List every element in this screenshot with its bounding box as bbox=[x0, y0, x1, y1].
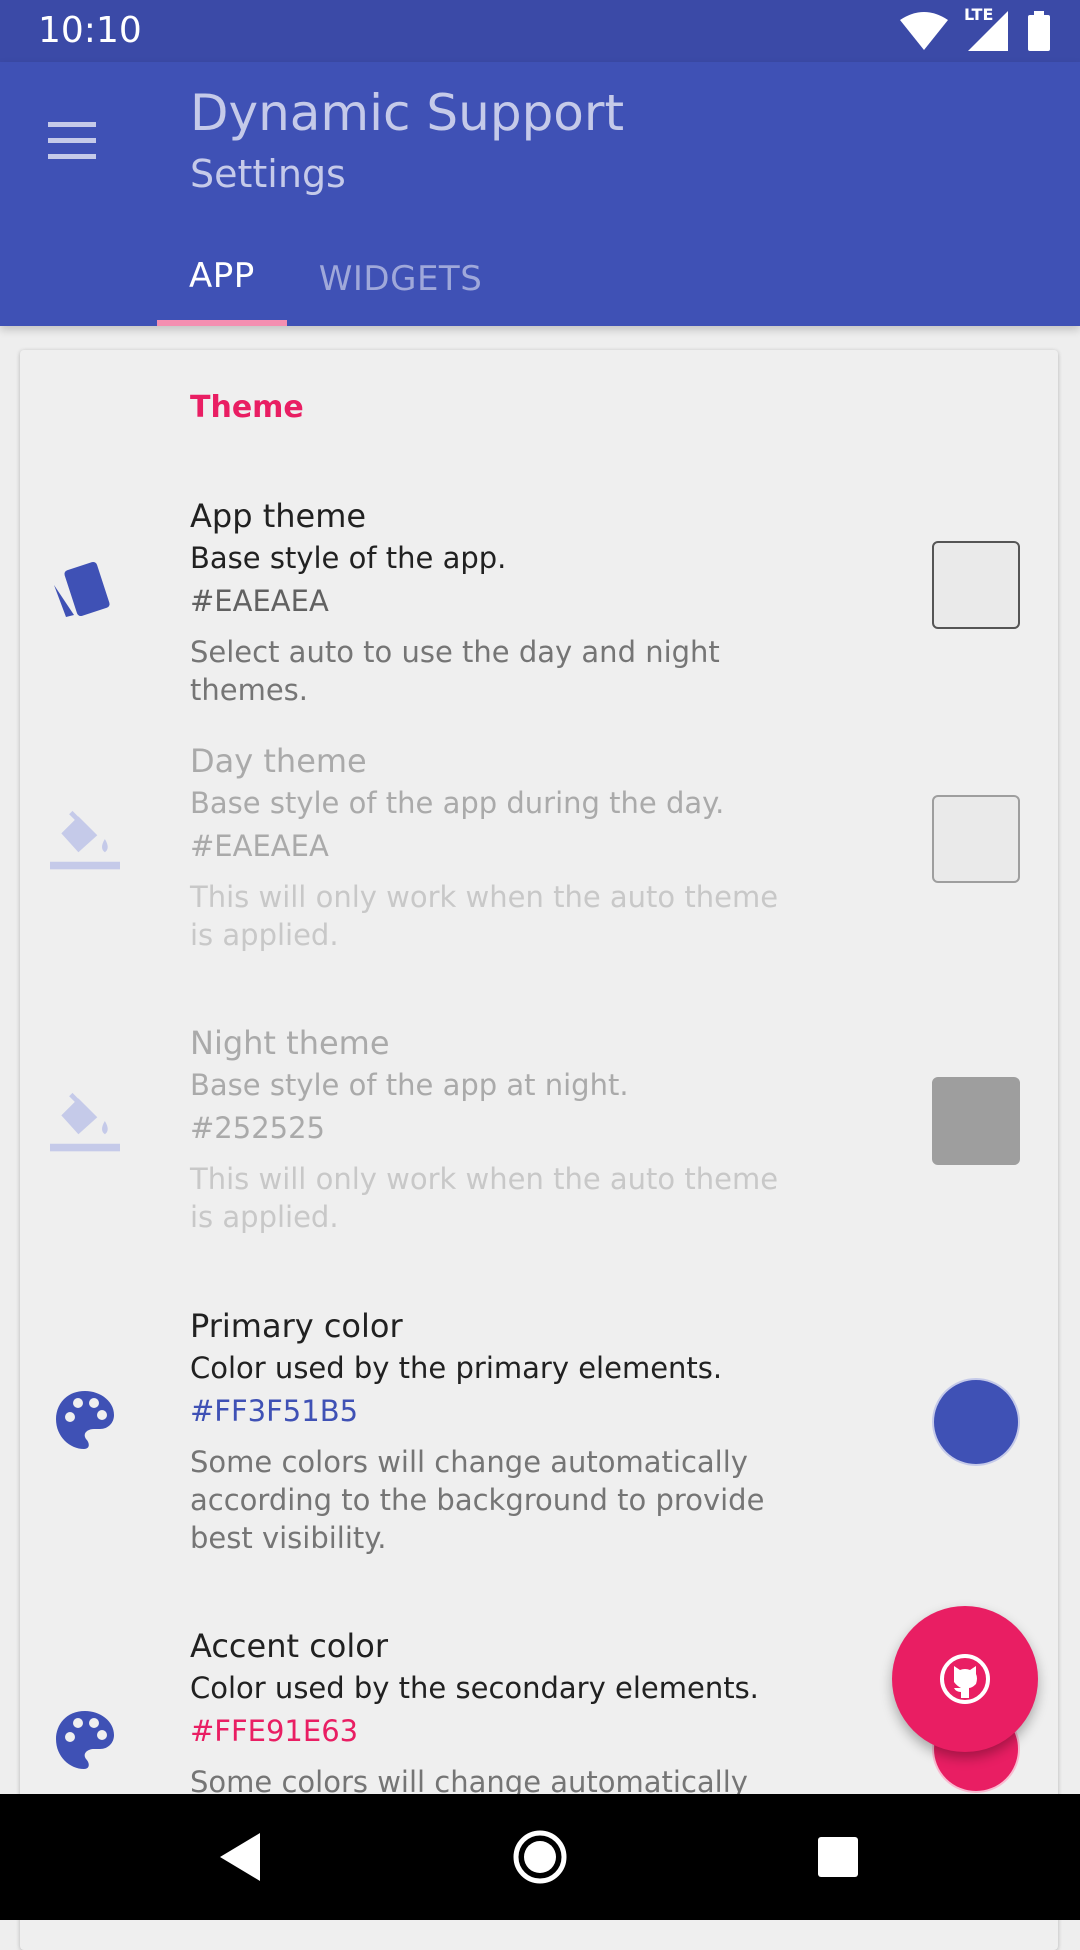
tab-widgets[interactable]: WIDGETS bbox=[287, 232, 515, 326]
pref-value: #EAEAEA bbox=[190, 829, 329, 863]
pref-text: App theme Base style of the app. #EAEAEA… bbox=[190, 495, 810, 709]
menu-icon[interactable] bbox=[46, 114, 98, 166]
pref-summary: Base style of the app during the day. bbox=[190, 786, 725, 820]
pref-description: This will only work when the auto theme … bbox=[190, 880, 779, 952]
toolbar-title: Dynamic Support bbox=[190, 84, 625, 142]
pref-summary: Base style of the app. bbox=[190, 541, 507, 575]
palette-icon bbox=[56, 1711, 114, 1769]
status-icons: LTE bbox=[900, 5, 1050, 52]
pref-day-theme[interactable]: Day theme Base style of the app during t… bbox=[20, 740, 1058, 970]
pref-summary: Color used by the secondary elements. bbox=[190, 1671, 759, 1705]
section-header: Theme bbox=[190, 390, 304, 425]
back-icon[interactable] bbox=[210, 1827, 270, 1887]
pref-title: Accent color bbox=[190, 1627, 388, 1665]
home-icon[interactable] bbox=[510, 1827, 570, 1887]
pref-title: Night theme bbox=[190, 1024, 390, 1062]
pref-app-theme[interactable]: App theme Base style of the app. #EAEAEA… bbox=[20, 495, 1058, 707]
cellular-signal-icon: LTE bbox=[964, 5, 1008, 51]
network-type-label: LTE bbox=[964, 5, 994, 24]
pref-value: #EAEAEA bbox=[190, 584, 329, 618]
paint-bucket-icon bbox=[50, 810, 120, 870]
pref-title: Day theme bbox=[190, 742, 367, 780]
color-swatch[interactable] bbox=[932, 541, 1020, 629]
pref-summary: Base style of the app at night. bbox=[190, 1068, 629, 1102]
pref-value: #FF3F51B5 bbox=[190, 1394, 359, 1428]
pref-description: Select auto to use the day and night the… bbox=[190, 635, 720, 707]
pref-night-theme[interactable]: Night theme Base style of the app at nig… bbox=[20, 1022, 1058, 1252]
app-theme-icon bbox=[54, 561, 110, 617]
pref-description: This will only work when the auto theme … bbox=[190, 1162, 779, 1234]
pref-value: #252525 bbox=[190, 1111, 326, 1145]
pref-description: Some colors will change automatically ac… bbox=[190, 1445, 765, 1555]
pref-primary-color[interactable]: Primary color Color used by the primary … bbox=[20, 1305, 1058, 1565]
toolbar-subtitle: Settings bbox=[190, 152, 346, 196]
pref-title: App theme bbox=[190, 497, 367, 535]
pref-text: Accent color Color used by the secondary… bbox=[190, 1625, 810, 1801]
recents-icon[interactable] bbox=[808, 1827, 868, 1887]
status-time: 10:10 bbox=[38, 10, 142, 51]
paint-bucket-icon bbox=[50, 1092, 120, 1152]
color-swatch[interactable] bbox=[932, 1378, 1020, 1466]
github-fab-button[interactable] bbox=[892, 1606, 1038, 1752]
pref-text: Primary color Color used by the primary … bbox=[190, 1305, 810, 1557]
color-swatch[interactable] bbox=[932, 1077, 1020, 1165]
pref-text: Night theme Base style of the app at nig… bbox=[190, 1022, 810, 1236]
tab-bar: APP WIDGETS bbox=[157, 232, 514, 326]
tab-app[interactable]: APP bbox=[157, 232, 287, 326]
pref-value: #FFE91E63 bbox=[190, 1714, 359, 1748]
palette-icon bbox=[56, 1391, 114, 1449]
pref-text: Day theme Base style of the app during t… bbox=[190, 740, 810, 954]
system-navigation-bar bbox=[0, 1794, 1080, 1920]
wifi-icon bbox=[900, 12, 948, 50]
github-icon bbox=[940, 1654, 990, 1704]
pref-summary: Color used by the primary elements. bbox=[190, 1351, 723, 1385]
color-swatch[interactable] bbox=[932, 795, 1020, 883]
status-bar: 10:10 LTE bbox=[0, 0, 1080, 62]
pref-title: Primary color bbox=[190, 1307, 403, 1345]
app-toolbar: Dynamic Support Settings APP WIDGETS bbox=[0, 62, 1080, 326]
battery-icon bbox=[1028, 11, 1050, 51]
